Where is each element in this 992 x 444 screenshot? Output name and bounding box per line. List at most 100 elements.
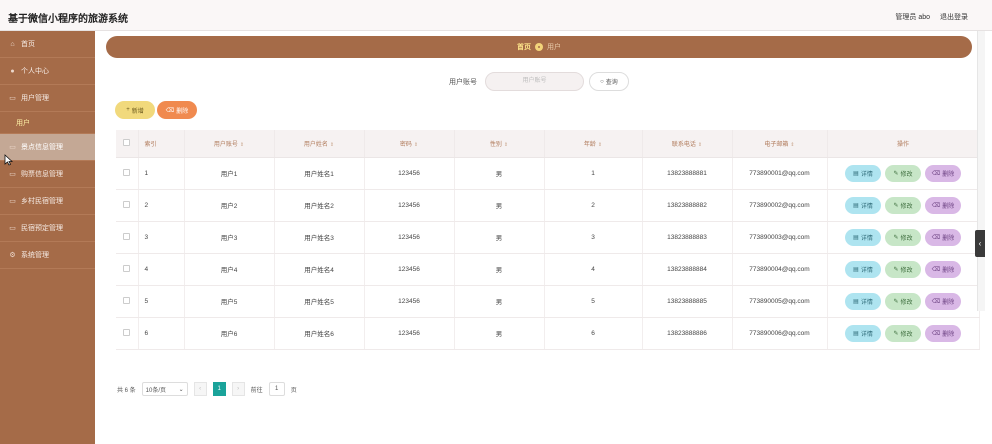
edit-button[interactable]: ✎ 修改 <box>885 196 921 214</box>
edit-button[interactable]: ✎ 修改 <box>885 260 921 278</box>
prev-page-button[interactable]: ‹ <box>193 382 207 396</box>
sort-icon: ⇕ <box>503 141 509 148</box>
detail-button[interactable]: ▤ 详情 <box>845 260 881 278</box>
edit-button[interactable]: ✎ 修改 <box>885 292 921 310</box>
row-checkbox[interactable] <box>116 189 139 222</box>
table-cell-email: 773890003@qq.com <box>732 221 828 254</box>
folder-icon: ▭ <box>9 144 16 151</box>
table-cell-email: 773890004@qq.com <box>732 253 828 286</box>
table-cell-account: 用户6 <box>184 317 275 350</box>
table-cell-age: 1 <box>544 157 643 190</box>
row-checkbox[interactable] <box>116 253 139 286</box>
add-button-label: 新增 <box>131 108 144 115</box>
table-cell-password: 123456 <box>364 189 455 222</box>
table-body: 1 用户1 用户姓名1 123456 男 1 13823888881 773890001@qq… <box>116 157 980 350</box>
detail-button[interactable]: ▤ 详情 <box>845 292 881 310</box>
search-button[interactable]: ○ 查询 <box>589 72 629 91</box>
breadcrumb-current: 用户 <box>547 44 561 51</box>
table-cell-password: 123456 <box>364 157 455 190</box>
row-delete-button[interactable]: ⌫ 删除 <box>925 164 961 182</box>
column-header[interactable]: 用户姓名 ⇕ <box>274 130 365 158</box>
table-cell-password: 123456 <box>364 285 455 318</box>
table-row: 2 用户2 用户姓名2 123456 男 2 13823888882 773890002@qq… <box>116 189 980 222</box>
edit-button[interactable]: ✎ 修改 <box>885 324 921 342</box>
sidebar-item-bookings[interactable]: ▭ 民宿预定管理 <box>0 215 95 242</box>
pencil-icon: ✎ <box>893 170 899 177</box>
table-cell-age: 6 <box>544 317 643 350</box>
detail-button[interactable]: ▤ 详情 <box>845 196 881 214</box>
table-cell-name: 用户姓名6 <box>274 317 365 350</box>
table-row: 6 用户6 用户姓名6 123456 男 6 13823888886 773890006@qq… <box>116 317 980 350</box>
table-cell-name: 用户姓名3 <box>274 221 365 254</box>
sidebar-item-system[interactable]: ⚙ 系统管理 <box>0 242 95 269</box>
column-header[interactable]: 年龄 ⇕ <box>544 130 643 158</box>
document-icon: ▤ <box>853 330 859 337</box>
trash-icon: ⌫ <box>931 202 941 209</box>
table-cell-index: 1 <box>138 157 185 190</box>
row-delete-button[interactable]: ⌫ 删除 <box>925 324 961 342</box>
row-delete-button[interactable]: ⌫ 删除 <box>925 292 961 310</box>
edit-button[interactable]: ✎ 修改 <box>885 228 921 246</box>
goto-page-input[interactable]: 1 <box>268 382 285 396</box>
logout-link[interactable]: 退出登录 <box>940 12 968 22</box>
table-row: 5 用户5 用户姓名5 123456 男 5 13823888885 773890005@qq… <box>116 285 980 318</box>
document-icon: ▤ <box>853 202 859 209</box>
select-all-checkbox[interactable] <box>116 130 139 158</box>
table-cell-name: 用户姓名2 <box>274 189 365 222</box>
page-size-select[interactable]: 10条/页 ⌄ <box>141 382 188 396</box>
sidebar-item-home[interactable]: ⌂ 首页 <box>0 31 95 58</box>
detail-button[interactable]: ▤ 详情 <box>845 228 881 246</box>
column-header[interactable]: 联系电话 ⇕ <box>642 130 733 158</box>
page-number-current[interactable]: 1 <box>212 382 226 396</box>
table-cell-operations: ▤ 详情 ✎ 修改 ⌫ 删除 <box>827 221 980 254</box>
next-page-button[interactable]: › <box>231 382 245 396</box>
sidebar-item-user-management[interactable]: ▭ 用户管理 <box>0 85 95 112</box>
sidebar-item-attractions[interactable]: ▭ 景点信息管理 <box>0 134 95 161</box>
add-button[interactable]: + 新增 <box>115 101 155 119</box>
main-content: 首页 用户 用户账号 用户账号 ○ 查询 + 新增 ⌫ 删除 索引 用户账号 ⇕… <box>95 31 992 444</box>
sidebar-item-label: 首页 <box>21 41 35 48</box>
table-header-row: 索引 用户账号 ⇕ 用户姓名 ⇕ 密码 ⇕ 性别 ⇕ 年龄 ⇕ 联系电话 ⇕ 电子邮箱 ⇕ 操… <box>116 130 980 158</box>
top-right-area: 管理员 abo 退出登录 <box>895 12 968 22</box>
delete-button[interactable]: ⌫ 删除 <box>157 101 197 119</box>
row-checkbox[interactable] <box>116 285 139 318</box>
table-cell-phone: 13823888884 <box>642 253 733 286</box>
column-header[interactable]: 电子邮箱 ⇕ <box>732 130 828 158</box>
right-scroll-strip <box>977 31 985 311</box>
row-checkbox[interactable] <box>116 317 139 350</box>
search-label: 用户账号 <box>449 79 477 86</box>
sidebar-item-homestays[interactable]: ▭ 乡村民宿管理 <box>0 188 95 215</box>
collapse-handle-button[interactable]: ‹ <box>975 230 985 257</box>
column-header[interactable]: 密码 ⇕ <box>364 130 455 158</box>
delete-button-label: 删除 <box>176 108 189 115</box>
pager-total: 共 6 条 <box>117 387 136 394</box>
table-cell-index: 2 <box>138 189 185 222</box>
sidebar-subitem-users[interactable]: 用户 <box>0 112 95 134</box>
column-header[interactable]: 用户账号 ⇕ <box>184 130 275 158</box>
table-cell-password: 123456 <box>364 317 455 350</box>
detail-button[interactable]: ▤ 详情 <box>845 324 881 342</box>
chevron-right-icon: › <box>237 386 240 392</box>
table-cell-password: 123456 <box>364 253 455 286</box>
row-delete-button[interactable]: ⌫ 删除 <box>925 260 961 278</box>
detail-button[interactable]: ▤ 详情 <box>845 164 881 182</box>
column-header[interactable]: 性别 ⇕ <box>454 130 545 158</box>
sort-icon: ⇕ <box>597 141 603 148</box>
sidebar-item-tickets[interactable]: ▭ 购票信息管理 <box>0 161 95 188</box>
table-cell-email: 773890005@qq.com <box>732 285 828 318</box>
search-row: 用户账号 用户账号 ○ 查询 <box>106 71 977 91</box>
search-input[interactable]: 用户账号 <box>485 72 584 91</box>
column-header: 索引 <box>138 130 185 158</box>
row-checkbox[interactable] <box>116 157 139 190</box>
row-delete-button[interactable]: ⌫ 删除 <box>925 196 961 214</box>
edit-button[interactable]: ✎ 修改 <box>885 164 921 182</box>
sidebar-item-profile[interactable]: ● 个人中心 <box>0 58 95 85</box>
table-cell-age: 4 <box>544 253 643 286</box>
row-delete-button[interactable]: ⌫ 删除 <box>925 228 961 246</box>
gear-icon: ⚙ <box>9 252 16 259</box>
table-cell-account: 用户3 <box>184 221 275 254</box>
folder-icon: ▭ <box>9 95 16 102</box>
breadcrumb-home[interactable]: 首页 <box>517 42 531 52</box>
sort-icon: ⇕ <box>697 141 703 148</box>
row-checkbox[interactable] <box>116 221 139 254</box>
